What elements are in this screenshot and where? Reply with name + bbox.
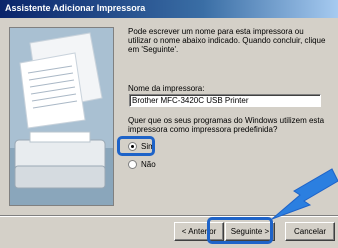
radio-no[interactable]: Não bbox=[128, 160, 156, 169]
intro-text: Pode escrever um nome para esta impresso… bbox=[128, 27, 326, 54]
window-title: Assistente Adicionar Impressora bbox=[5, 3, 146, 13]
wizard-illustration bbox=[9, 27, 114, 206]
title-bar: Assistente Adicionar Impressora bbox=[0, 0, 338, 18]
radio-no-label: Não bbox=[141, 160, 156, 169]
radio-no-button[interactable] bbox=[128, 160, 137, 169]
pointer-arrow-icon bbox=[271, 168, 338, 220]
printer-name-field[interactable]: Brother MFC-3420C USB Printer bbox=[129, 94, 321, 107]
printer-name-label: Nome da impressora: bbox=[128, 84, 205, 93]
highlight-radio-yes bbox=[117, 136, 155, 156]
add-printer-wizard-window: Assistente Adicionar Impressora Pode esc… bbox=[0, 0, 338, 248]
default-question-text: Quer que os seus programas do Windows ut… bbox=[128, 116, 325, 134]
